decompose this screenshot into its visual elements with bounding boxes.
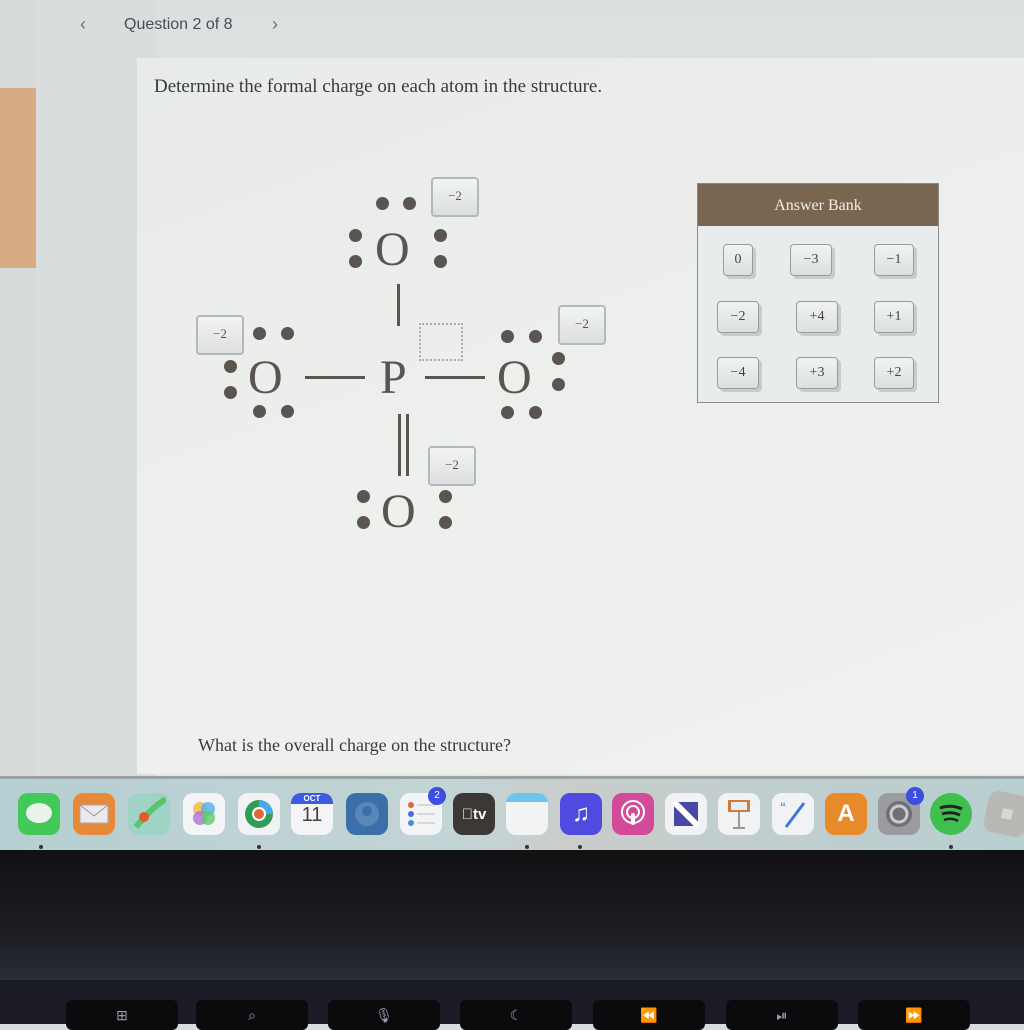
running-indicator <box>949 845 953 849</box>
question-nav: ‹ Question 2 of 8 › <box>36 0 1024 56</box>
messages-icon[interactable] <box>18 793 60 835</box>
question-counter: Question 2 of 8 <box>124 16 233 33</box>
lone-pair-dot <box>439 516 452 529</box>
lone-pair-dot <box>253 327 266 340</box>
browser-screen: ‹ Question 2 of 8 › Determine the formal… <box>0 0 1024 850</box>
single-bond-right <box>425 376 485 379</box>
pages-icon[interactable]: “ <box>772 793 814 835</box>
lone-pair-dot <box>529 406 542 419</box>
news-icon[interactable] <box>665 793 707 835</box>
photos-icon[interactable] <box>183 793 225 835</box>
lone-pair-dot <box>434 255 447 268</box>
answer-chip[interactable]: +1 <box>874 301 914 333</box>
lone-pair-dot <box>501 330 514 343</box>
tv-label:  <box>462 806 473 823</box>
answer-chip[interactable]: −3 <box>790 244 832 276</box>
keynote-icon[interactable] <box>718 793 760 835</box>
contacts-icon[interactable] <box>346 793 388 835</box>
system-preferences-badge: 1 <box>906 787 924 805</box>
laptop-bezel <box>0 850 1024 980</box>
atom-bottom-oxygen: O <box>381 485 416 538</box>
next-question-button[interactable]: › <box>272 14 278 35</box>
music-icon[interactable]: ♫ <box>560 793 602 835</box>
answer-chip[interactable]: +3 <box>796 357 838 389</box>
lone-pair-dot <box>357 516 370 529</box>
do-not-disturb-key[interactable]: ☾ <box>460 1000 572 1030</box>
podcasts-icon[interactable] <box>612 793 654 835</box>
charge-slot-right-oxygen[interactable]: −2 <box>558 305 606 345</box>
lone-pair-dot <box>439 490 452 503</box>
atom-top-oxygen: O <box>375 223 410 276</box>
tv-label: tv <box>467 805 486 823</box>
mail-icon[interactable] <box>73 793 115 835</box>
play-pause-key[interactable]: ⏯ <box>726 1000 838 1030</box>
atom-right-oxygen: O <box>497 351 532 404</box>
reminders-badge: 2 <box>428 787 446 805</box>
lone-pair-dot <box>349 255 362 268</box>
overall-charge-question: What is the overall charge on the struct… <box>198 735 512 755</box>
answer-chip[interactable]: −1 <box>874 244 914 276</box>
charge-slot-top-oxygen[interactable]: −2 <box>431 177 479 217</box>
answer-chip[interactable]: +2 <box>874 357 914 389</box>
lone-pair-dot <box>529 330 542 343</box>
prev-question-button[interactable]: ‹ <box>80 14 86 35</box>
lone-pair-dot <box>357 490 370 503</box>
lone-pair-dot <box>349 229 362 242</box>
search-key[interactable]: ⌕ <box>196 1000 308 1030</box>
lone-pair-dot <box>281 327 294 340</box>
single-bond-top <box>397 284 400 326</box>
answer-chip[interactable]: 0 <box>723 244 753 276</box>
roblox-icon[interactable] <box>982 789 1024 839</box>
spotify-icon[interactable] <box>930 793 972 835</box>
calendar-month: OCT <box>291 793 333 804</box>
fast-forward-key[interactable]: ⏩ <box>858 1000 970 1030</box>
lone-pair-dot <box>434 229 447 242</box>
answer-bank-title: Answer Bank <box>698 184 938 226</box>
lone-pair-dot <box>403 197 416 210</box>
answer-chip[interactable]: −4 <box>717 357 759 389</box>
lone-pair-dot <box>552 378 565 391</box>
calendar-icon[interactable]: OCT 11 <box>291 793 333 835</box>
running-indicator <box>525 845 529 849</box>
dock: OCT 11 2 tv ♫ “ A 1 <box>0 776 1024 854</box>
notes-icon[interactable] <box>506 793 548 835</box>
answer-chip[interactable]: +4 <box>796 301 838 333</box>
sidebar-accent <box>0 88 36 268</box>
question-panel <box>137 58 1024 774</box>
atom-phosphorus: P <box>380 351 407 404</box>
charge-slot-bottom-oxygen[interactable]: −2 <box>428 446 476 486</box>
question-prompt: Determine the formal charge on each atom… <box>154 76 603 97</box>
lone-pair-dot <box>376 197 389 210</box>
lone-pair-dot <box>224 386 237 399</box>
chrome-icon[interactable] <box>238 793 280 835</box>
svg-text:“: “ <box>780 800 786 814</box>
running-indicator <box>39 845 43 849</box>
running-indicator <box>578 845 582 849</box>
launchpad-key[interactable]: ⊞ <box>66 1000 178 1030</box>
atom-left-oxygen: O <box>248 351 283 404</box>
charge-slot-phosphorus[interactable] <box>419 323 463 361</box>
lone-pair-dot <box>224 360 237 373</box>
answer-bank: Answer Bank 0 −3 −1 −2 +4 +1 −4 +3 +2 <box>697 183 939 403</box>
double-bond-line-1 <box>398 414 401 476</box>
dictation-key[interactable]: 🎙 <box>328 1000 440 1030</box>
double-bond-line-2 <box>406 414 409 476</box>
maps-icon[interactable] <box>128 793 170 835</box>
lone-pair-dot <box>253 405 266 418</box>
running-indicator <box>257 845 261 849</box>
tv-icon[interactable]: tv <box>453 793 495 835</box>
lone-pair-dot <box>281 405 294 418</box>
answer-chip[interactable]: −2 <box>717 301 759 333</box>
rewind-key[interactable]: ⏪ <box>593 1000 705 1030</box>
charge-slot-left-oxygen[interactable]: −2 <box>196 315 244 355</box>
lone-pair-dot <box>501 406 514 419</box>
lone-pair-dot <box>552 352 565 365</box>
single-bond-left <box>305 376 365 379</box>
app-store-icon[interactable]: A <box>825 793 867 835</box>
calendar-day: 11 <box>301 804 323 826</box>
